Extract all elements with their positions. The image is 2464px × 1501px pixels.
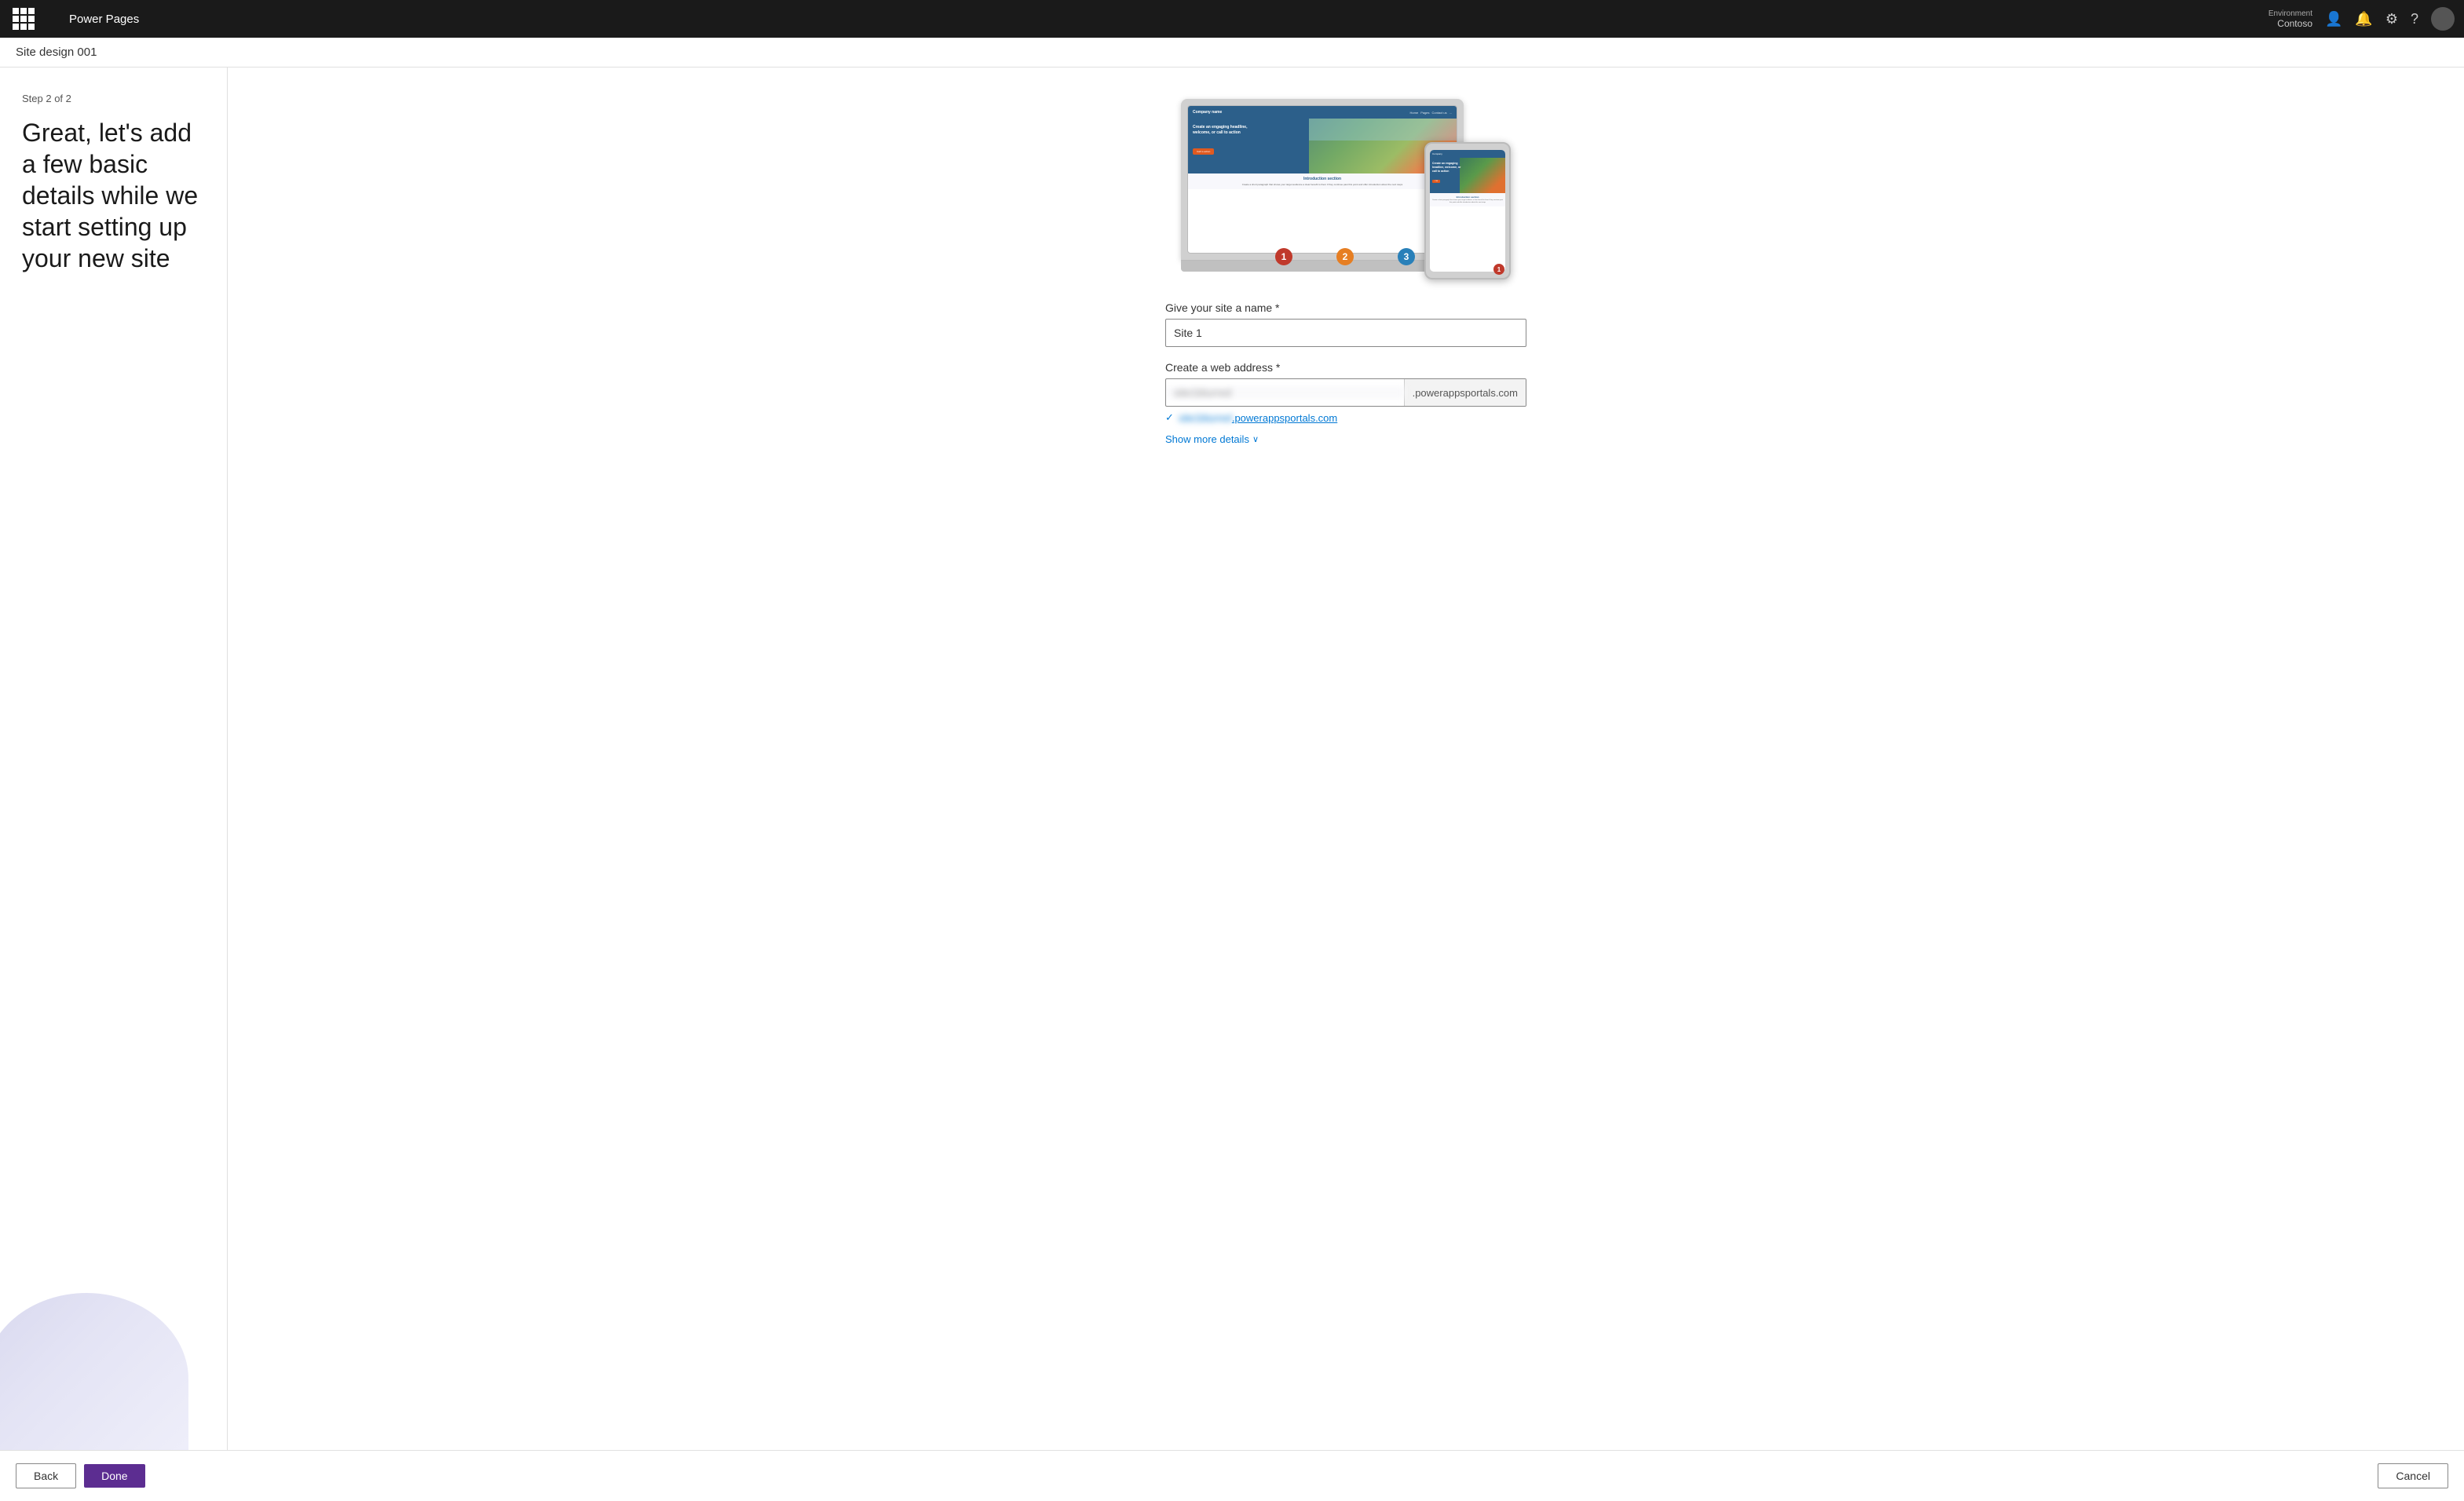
form-section: Give your site a name * Create a web add… xyxy=(1165,301,1526,445)
content-area: Company name Home Pages Contact us ... xyxy=(228,68,2464,1450)
screen-intro: Introduction section Create a short para… xyxy=(1188,173,1457,189)
screen-intro-title: Introduction section xyxy=(1193,177,1452,181)
back-button[interactable]: Back xyxy=(16,1463,76,1488)
screen-nav-links: Home Pages Contact us ... xyxy=(1410,111,1452,115)
sidebar-decoration xyxy=(0,1293,188,1450)
phone-intro-text: Create a short paragraph that shows your… xyxy=(1432,199,1503,204)
product-name: Power Pages xyxy=(69,13,139,26)
screen-intro-text: Create a short paragraph that shows your… xyxy=(1193,183,1452,186)
show-more-label: Show more details xyxy=(1165,433,1249,445)
screen-hero: Create an engaging headline, welcome, or… xyxy=(1188,119,1457,173)
done-button[interactable]: Done xyxy=(84,1464,144,1488)
phone-hero-btn: CTA xyxy=(1432,180,1440,183)
phone-body: Company Create an engaging headline, wel… xyxy=(1424,142,1511,279)
phone-nav-text: Company xyxy=(1432,152,1442,155)
screen-hero-btn: Call to action xyxy=(1193,148,1214,155)
laptop-base xyxy=(1181,260,1464,272)
screen-nav-link: ... xyxy=(1450,111,1452,115)
validation-row: ✓ site1blurred.powerappsportals.com xyxy=(1165,411,1526,424)
user-avatar[interactable] xyxy=(2431,7,2455,31)
sidebar: Step 2 of 2 Great, let's add a few basic… xyxy=(0,68,228,1450)
screen-navbar: Company name Home Pages Contact us ... xyxy=(1188,106,1457,119)
circle-1: 1 xyxy=(1275,248,1292,265)
main-layout: Step 2 of 2 Great, let's add a few basic… xyxy=(0,68,2464,1450)
web-address-suffix: .powerappsportals.com xyxy=(1404,379,1526,406)
circle-3: 3 xyxy=(1398,248,1415,265)
phone-hero-bg xyxy=(1460,158,1505,193)
phone-screen: Company Create an engaging headline, wel… xyxy=(1430,150,1505,272)
site-name-label: Give your site a name * xyxy=(1165,301,1526,314)
nav-left: Power Pages xyxy=(9,5,139,33)
site-name-input[interactable] xyxy=(1165,319,1526,347)
notification-icon[interactable]: 🔔 xyxy=(2355,11,2372,27)
screen-logo: Company name xyxy=(1193,110,1222,115)
screen-nav-link: Pages xyxy=(1420,111,1429,115)
environment-info: Environment Contoso xyxy=(2268,9,2312,29)
environment-label: Environment xyxy=(2268,9,2312,18)
check-icon: ✓ xyxy=(1165,411,1174,424)
phone-screen-nav: Company xyxy=(1430,150,1505,158)
laptop-preview: Company name Home Pages Contact us ... xyxy=(1181,99,1464,272)
profile-icon[interactable]: 👤 xyxy=(2325,11,2342,27)
chevron-down-icon: ∨ xyxy=(1252,434,1259,444)
screen-hero-text: Create an engaging headline, welcome, or… xyxy=(1193,125,1263,136)
screen-nav-link: Contact us xyxy=(1432,111,1447,115)
step-indicator: Step 2 of 2 xyxy=(22,93,205,104)
show-more-button[interactable]: Show more details ∨ xyxy=(1165,433,1259,445)
phone-circle-1: 1 xyxy=(1493,264,1504,275)
phone-screen-hero: Create an engaging headline, welcome, or… xyxy=(1430,158,1505,193)
page-header: Site design 001 xyxy=(0,38,2464,68)
preview-container: Company name Home Pages Contact us ... xyxy=(1181,99,1511,279)
laptop-screen: Company name Home Pages Contact us ... xyxy=(1187,105,1457,254)
screen-hero-overlay xyxy=(1309,119,1457,141)
settings-icon[interactable]: ⚙ xyxy=(2385,11,2398,27)
laptop-body: Company name Home Pages Contact us ... xyxy=(1181,99,1464,260)
web-address-input[interactable] xyxy=(1166,386,1404,399)
web-address-row: .powerappsportals.com xyxy=(1165,378,1526,407)
cancel-button[interactable]: Cancel xyxy=(2378,1463,2448,1488)
help-icon[interactable]: ? xyxy=(2411,11,2418,27)
page-title: Site design 001 xyxy=(16,46,97,59)
sidebar-heading: Great, let's add a few basic details whi… xyxy=(22,117,205,274)
environment-value: Contoso xyxy=(2277,18,2312,29)
waffle-icon[interactable] xyxy=(9,5,38,33)
phone-intro-title: Introduction section xyxy=(1432,195,1503,199)
nav-right: Environment Contoso 👤 🔔 ⚙ ? xyxy=(2268,7,2455,31)
validation-url-blurred: site1blurred xyxy=(1179,412,1232,424)
footer: Back Done Cancel xyxy=(0,1450,2464,1501)
circle-2: 2 xyxy=(1336,248,1354,265)
phone-preview: Company Create an engaging headline, wel… xyxy=(1424,142,1511,279)
top-navigation: Power Pages Environment Contoso 👤 🔔 ⚙ ? xyxy=(0,0,2464,38)
microsoft-logo xyxy=(46,11,61,27)
validation-url-suffix: .powerappsportals.com xyxy=(1232,412,1337,424)
screen-nav-link: Home xyxy=(1410,111,1419,115)
phone-hero-text: Create an engaging headline, welcome, or… xyxy=(1432,162,1464,173)
web-address-label: Create a web address * xyxy=(1165,361,1526,374)
phone-screen-intro: Introduction section Create a short para… xyxy=(1430,193,1505,206)
validation-url[interactable]: site1blurred.powerappsportals.com xyxy=(1179,412,1337,424)
